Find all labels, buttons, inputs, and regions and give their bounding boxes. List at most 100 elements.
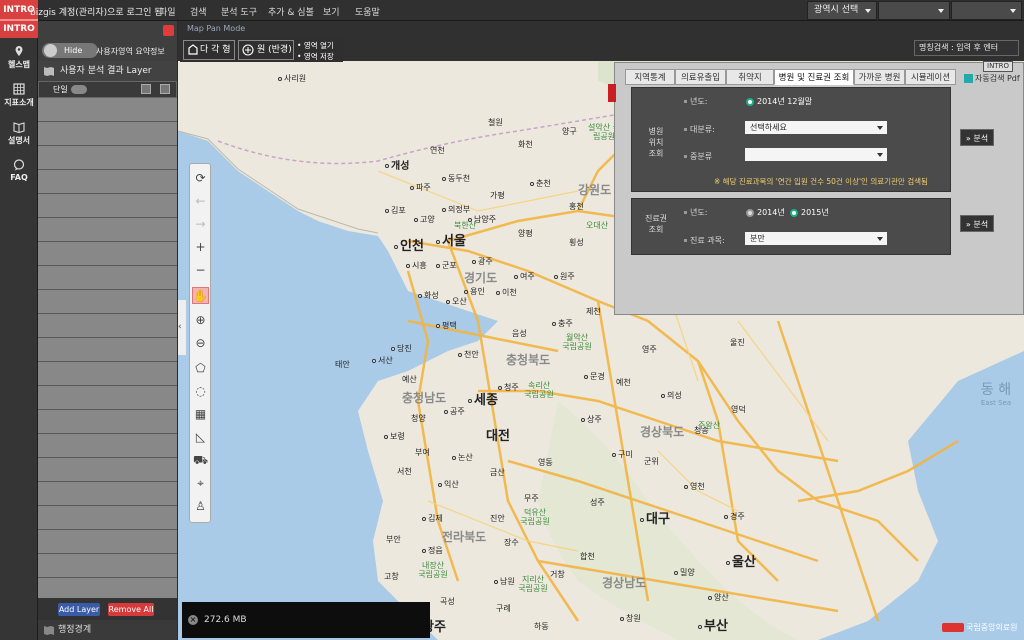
map-label-city: 금산 bbox=[490, 468, 505, 477]
hide-toggle[interactable]: Hide bbox=[42, 43, 98, 58]
close-icon[interactable]: × bbox=[188, 615, 198, 625]
map-label-city: 양산 bbox=[708, 592, 729, 603]
district-select[interactable] bbox=[878, 1, 950, 20]
layer-row[interactable]: 단일 bbox=[38, 81, 177, 98]
year-radio[interactable]: 2014년 12월말 bbox=[746, 96, 812, 107]
map-label-city: 이천 bbox=[496, 287, 517, 298]
menu-search[interactable]: 검색 bbox=[190, 5, 207, 18]
nmc-logo-mark bbox=[942, 623, 964, 632]
refresh-icon[interactable] bbox=[163, 25, 174, 36]
region-select[interactable]: 광역시 선택 bbox=[807, 1, 877, 20]
minor-category-select[interactable] bbox=[745, 148, 887, 161]
memory-usage-bar: × 272.6 MB bbox=[182, 602, 430, 638]
tab-simulation[interactable]: 시뮬레이션 bbox=[905, 69, 956, 85]
nav-intro[interactable]: INTRO bbox=[0, 21, 38, 38]
layer-section-title: 사용자 분석 결과 Layer bbox=[60, 66, 152, 76]
zoom-in-magnifier-icon[interactable]: ⊕ bbox=[192, 312, 209, 329]
auto-search-checkbox[interactable]: 자동검색 Pdf bbox=[964, 73, 1020, 84]
care-area-analyze-button[interactable]: » 분석 bbox=[960, 215, 994, 232]
layer-visibility-toggle[interactable] bbox=[71, 85, 87, 94]
tab-nearby-hospital[interactable]: 가까운 병원 bbox=[854, 69, 905, 85]
name-search-input[interactable]: 명칭검색 : 입력 후 엔터 bbox=[914, 40, 1019, 56]
map-label-city: 당진 bbox=[391, 343, 412, 354]
car-icon[interactable]: ⛟ bbox=[192, 452, 209, 469]
tab-vulnerable-area[interactable]: 취약지 bbox=[726, 69, 774, 85]
location-pin-icon[interactable]: ⌖ bbox=[192, 475, 209, 492]
map-label-city: 고창 bbox=[384, 572, 399, 581]
map-label-city: 횡성 bbox=[569, 238, 584, 247]
polygon-icon bbox=[188, 44, 198, 55]
map-label-city: 상주 bbox=[581, 414, 602, 425]
minor-category-label: 중분류 bbox=[684, 151, 712, 162]
refresh-map-icon[interactable]: ⟳ bbox=[192, 170, 209, 187]
map-label-city: 정읍 bbox=[422, 545, 443, 556]
zoom-out-magnifier-icon[interactable]: ⊖ bbox=[192, 335, 209, 352]
nav-indicators[interactable]: 지표소개 bbox=[0, 80, 38, 116]
map-label-city: 천안 bbox=[458, 349, 479, 360]
building-icon[interactable]: ▦ bbox=[192, 406, 209, 423]
nmc-logo-text: 국립중앙의료원 bbox=[966, 623, 1018, 632]
polygon-select-icon[interactable]: ⬠ bbox=[192, 360, 209, 377]
year-2015-radio[interactable]: 2015년 bbox=[790, 207, 829, 218]
map-label-city: 곡성 bbox=[440, 597, 455, 606]
ruler-icon[interactable]: ◺ bbox=[192, 429, 209, 446]
menu-analysis-tools[interactable]: 분석 도구 bbox=[221, 5, 257, 18]
remove-all-button[interactable]: Remove All bbox=[108, 603, 154, 616]
subdistrict-select[interactable] bbox=[951, 1, 1022, 20]
tab-hospital-area-query[interactable]: 병원 및 진료권 조회 bbox=[774, 69, 854, 85]
circle-draw-label: 원 (반경) bbox=[257, 45, 292, 55]
save-area-link[interactable]: • 영역 저장 bbox=[297, 51, 334, 62]
nav-manual[interactable]: 설명서 bbox=[0, 118, 38, 154]
zoom-in-icon[interactable]: + bbox=[192, 239, 209, 256]
map-pin-icon bbox=[15, 46, 23, 56]
map-label-city: 가평 bbox=[490, 191, 505, 200]
major-category-select[interactable]: 선택하세요 bbox=[745, 121, 887, 134]
layer-image-icon[interactable] bbox=[141, 84, 151, 94]
map-label-province: 전라북도 bbox=[442, 530, 487, 544]
forward-icon[interactable]: → bbox=[192, 216, 209, 233]
menu-help[interactable]: 도움말 bbox=[355, 5, 380, 18]
map-label-city: 장수 bbox=[504, 538, 519, 547]
circle-draw-button[interactable]: 원 (반경) bbox=[238, 40, 294, 60]
admin-boundary-section[interactable]: 행정경계 bbox=[38, 620, 177, 640]
care-area-title: 진료권 조회 bbox=[644, 214, 668, 234]
map-label-city: 무주 bbox=[524, 494, 539, 503]
major-category-label: 대분류: bbox=[684, 124, 715, 135]
nav-healthmap[interactable]: 헬스맵 bbox=[0, 42, 38, 78]
back-icon[interactable]: ← bbox=[192, 193, 209, 210]
chevron-down-icon bbox=[865, 9, 871, 13]
person-icon[interactable]: ♙ bbox=[192, 498, 209, 515]
intro-button[interactable]: INTRO bbox=[983, 61, 1013, 72]
map-label-city: 경주 bbox=[724, 511, 745, 522]
nav-faq[interactable]: FAQ bbox=[0, 156, 38, 192]
map-label-city: 용인 bbox=[464, 286, 485, 297]
panel-toggle-arrow-icon[interactable] bbox=[608, 84, 616, 102]
zoom-out-icon[interactable]: − bbox=[192, 262, 209, 279]
menu-add-symbol[interactable]: 추가 & 심볼 bbox=[268, 5, 314, 18]
polygon-draw-button[interactable]: 다 각 형 bbox=[183, 40, 235, 60]
map-label-city: 논산 bbox=[452, 452, 473, 463]
add-layer-button[interactable]: Add Layer bbox=[58, 603, 100, 616]
open-area-link[interactable]: • 영역 열기 bbox=[297, 40, 334, 51]
layer-settings-icon[interactable] bbox=[160, 84, 170, 94]
nav-manual-label: 설명서 bbox=[7, 136, 31, 145]
tab-medical-flow[interactable]: 의료유출입 bbox=[675, 69, 726, 85]
map-label-city: 김제 bbox=[422, 513, 443, 524]
panel-collapse-handle[interactable]: ‹ bbox=[178, 300, 186, 355]
year-2014-radio[interactable]: 2014년 bbox=[746, 207, 785, 218]
menu-file[interactable]: 파일 bbox=[159, 5, 176, 18]
hospital-analyze-button[interactable]: » 분석 bbox=[960, 129, 994, 146]
circle-select-icon[interactable]: ◌ bbox=[192, 383, 209, 400]
tab-regional-stats[interactable]: 지역통계 bbox=[625, 69, 675, 85]
nav-faq-label: FAQ bbox=[10, 173, 28, 182]
department-select[interactable]: 분만 bbox=[745, 232, 887, 245]
year-label: 년도: bbox=[684, 96, 707, 107]
map-label-city: 성주 bbox=[590, 498, 605, 507]
map-label-city: 울산 bbox=[726, 551, 756, 570]
map-label-city: 청양 bbox=[411, 414, 426, 423]
map-label-city: 남원 bbox=[494, 576, 515, 587]
menu-view[interactable]: 보기 bbox=[323, 5, 340, 18]
pan-hand-icon[interactable]: ✋ bbox=[192, 287, 209, 304]
map-label-city: 음성 bbox=[512, 329, 527, 338]
map-label-province: 충청남도 bbox=[402, 391, 447, 405]
